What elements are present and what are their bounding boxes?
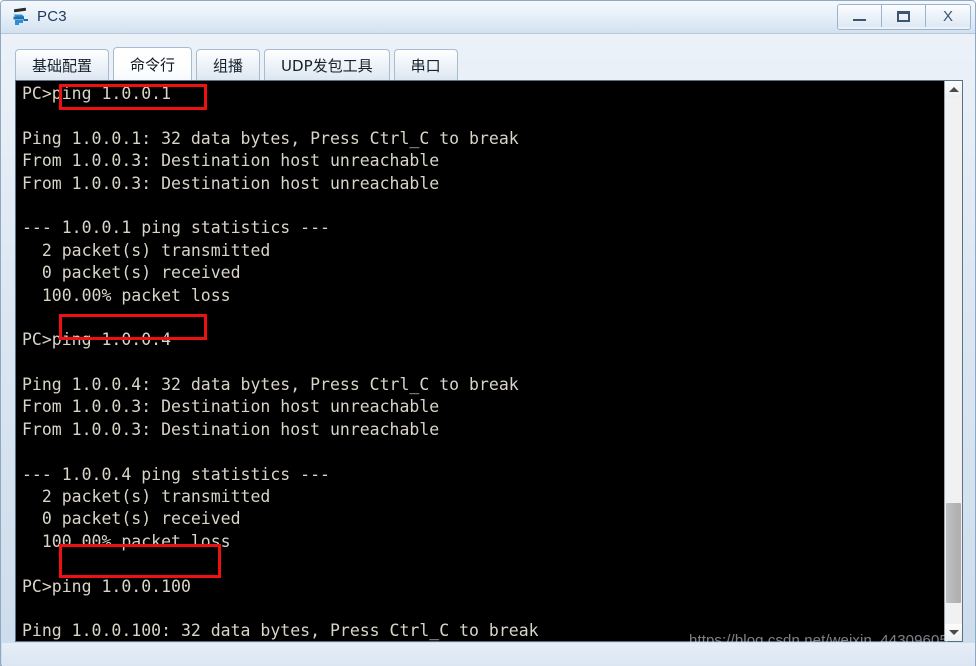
- terminal-line: 100.00% packet loss: [22, 531, 231, 551]
- terminal-line: 0 packet(s) received: [22, 263, 241, 283]
- terminal-line: PC>ping 1.0.0.4: [22, 330, 172, 350]
- tab-command-line[interactable]: 命令行: [113, 47, 193, 80]
- tab-udp-tool[interactable]: UDP发包工具: [264, 49, 390, 80]
- pc-device-icon: [11, 7, 31, 27]
- scroll-down-button[interactable]: [945, 624, 962, 641]
- maximize-icon: [897, 10, 910, 22]
- minimize-icon: [853, 18, 866, 21]
- terminal-line-list: PC>ping 1.0.0.1 Ping 1.0.0.1: 32 data by…: [22, 83, 944, 641]
- terminal-line: 100.00% packet loss: [22, 285, 231, 305]
- tab-serial-port[interactable]: 串口: [393, 49, 458, 80]
- console-panel: PC>ping 1.0.0.1 Ping 1.0.0.1: 32 data by…: [15, 80, 963, 642]
- vertical-scrollbar[interactable]: [944, 81, 962, 641]
- terminal-line: Ping 1.0.0.100: 32 data bytes, Press Ctr…: [22, 621, 539, 641]
- terminal-line: --- 1.0.0.4 ping statistics ---: [22, 464, 330, 484]
- tab-basic-config-label: 基础配置: [32, 56, 93, 75]
- tab-multicast-label: 组播: [213, 56, 244, 75]
- terminal-output[interactable]: PC>ping 1.0.0.1 Ping 1.0.0.1: 32 data by…: [16, 81, 944, 641]
- tab-strip: 基础配置 命令行 组播 UDP发包工具 串口: [15, 46, 458, 80]
- terminal-line: From 1.0.0.3: Destination host unreachab…: [22, 419, 440, 439]
- terminal-line: PC>ping 1.0.0.100: [22, 576, 191, 596]
- scroll-up-arrow-icon: [948, 87, 959, 92]
- scroll-up-button[interactable]: [945, 81, 962, 98]
- terminal-line: --- 1.0.0.1 ping statistics ---: [22, 218, 330, 238]
- scroll-down-arrow-icon: [948, 630, 959, 635]
- close-icon: X: [942, 7, 953, 25]
- window-title: PC3: [37, 8, 67, 25]
- tab-basic-config[interactable]: 基础配置: [15, 49, 110, 80]
- minimize-button[interactable]: [838, 5, 882, 27]
- tab-command-line-label: 命令行: [130, 55, 176, 74]
- tab-udp-tool-label: UDP发包工具: [281, 56, 373, 75]
- terminal-line: 2 packet(s) transmitted: [22, 240, 271, 260]
- terminal-line: 0 packet(s) received: [22, 509, 241, 529]
- scrollbar-thumb[interactable]: [946, 503, 961, 603]
- maximize-button[interactable]: [882, 5, 926, 27]
- window-controls: X: [837, 4, 971, 30]
- close-button[interactable]: X: [926, 5, 970, 27]
- title-bar: PC3 X: [1, 1, 975, 34]
- terminal-line: Ping 1.0.0.4: 32 data bytes, Press Ctrl_…: [22, 375, 519, 395]
- tab-serial-port-label: 串口: [410, 56, 441, 75]
- window-bottom-strip: [2, 643, 975, 666]
- pc3-window: PC3 X 基础配置 命令行 组播 UDP发包工具 串口 PC>ping 1.0…: [0, 0, 976, 666]
- terminal-line: From 1.0.0.3: Destination host unreachab…: [22, 173, 440, 193]
- terminal-line: 2 packet(s) transmitted: [22, 487, 271, 507]
- terminal-line: Ping 1.0.0.1: 32 data bytes, Press Ctrl_…: [22, 128, 519, 148]
- tab-multicast[interactable]: 组播: [196, 49, 261, 80]
- terminal-line: From 1.0.0.3: Destination host unreachab…: [22, 151, 440, 171]
- title-bar-left-group: PC3: [11, 5, 67, 29]
- terminal-line: From 1.0.0.3: Destination host unreachab…: [22, 397, 440, 417]
- terminal-line: PC>ping 1.0.0.1: [22, 84, 172, 103]
